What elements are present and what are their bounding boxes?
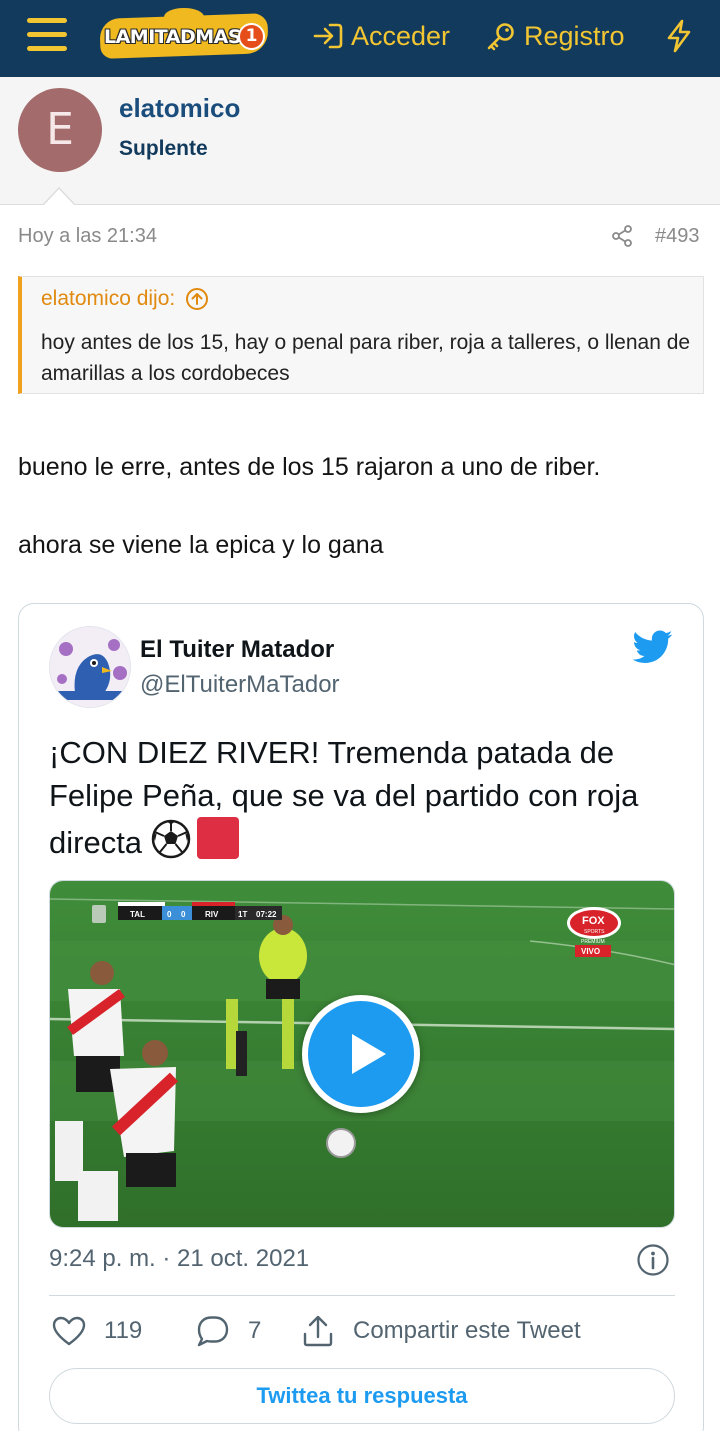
match-clock: 07:22: [256, 910, 277, 919]
like-button[interactable]: 119: [52, 1312, 142, 1350]
login-label: Acceder: [351, 20, 451, 51]
live-label: VIVO: [581, 947, 600, 956]
register-link[interactable]: Registro: [486, 18, 625, 54]
site-logo[interactable]: LAMITADMAS 1: [99, 8, 269, 59]
upload-share-icon: [303, 1315, 333, 1347]
match-period: 1T: [238, 910, 247, 919]
key-icon: [487, 23, 514, 51]
heart-icon: [52, 1316, 86, 1346]
tweet-author-name[interactable]: El Tuiter Matador: [140, 636, 334, 664]
tweet-reply-button[interactable]: Twittea tu respuesta: [49, 1368, 675, 1424]
post-date[interactable]: Hoy a las 21:34: [18, 225, 157, 248]
embedded-tweet[interactable]: El Tuiter Matador @ElTuiterMaTador ¡CON …: [18, 603, 704, 1431]
score-home-team: TAL: [130, 910, 145, 919]
share-tweet-label: Compartir este Tweet: [353, 1317, 581, 1344]
score-home-goals: 0: [167, 910, 172, 919]
author-pointer-arrow-fill: [43, 189, 75, 206]
reply-button[interactable]: 7: [196, 1312, 261, 1350]
post-paragraph: ahora se viene la epica y lo gana: [18, 531, 384, 559]
author-user-title: Suplente: [119, 137, 208, 160]
info-icon[interactable]: [636, 1243, 670, 1277]
post-body: bueno le erre, antes de los 15 rajaron a…: [18, 448, 698, 604]
bolt-icon[interactable]: [665, 19, 693, 53]
register-label: Registro: [524, 20, 625, 51]
tweet-video[interactable]: TAL 0 0 RIV 1T 07:22 FOX SPORTS PREMIUM …: [49, 880, 675, 1228]
reply-count: 7: [248, 1317, 262, 1344]
post-paragraph: bueno le erre, antes de los 15 rajaron a…: [18, 453, 601, 481]
play-icon: [352, 1034, 386, 1074]
quote-block: elatomico dijo: hoy antes de los 15, hay…: [18, 276, 704, 394]
share-tweet-button[interactable]: Compartir este Tweet: [301, 1312, 581, 1350]
arrow-up-circle-icon: [186, 288, 209, 310]
logo-number: 1: [238, 23, 265, 50]
sign-in-icon: [313, 23, 343, 49]
quote-attribution: elatomico dijo:: [41, 287, 176, 310]
broadcaster-logo-sub: SPORTS: [584, 929, 605, 935]
score-away-goals: 0: [181, 910, 186, 919]
broadcaster-logo-text: FOX: [582, 915, 605, 927]
like-count: 119: [104, 1317, 143, 1344]
reply-bubble-icon: [197, 1316, 229, 1347]
top-navigation-bar: LAMITADMAS 1 Acceder Registro: [0, 0, 720, 77]
logo-text: LAMITADMAS: [104, 26, 242, 48]
share-icon[interactable]: [610, 224, 634, 248]
play-button[interactable]: [302, 995, 420, 1113]
hamburger-icon[interactable]: [27, 16, 69, 54]
post-number-link[interactable]: #493: [655, 225, 700, 248]
tweet-author-avatar[interactable]: [49, 626, 131, 708]
broadcaster-tier: PREMIUM: [581, 939, 605, 945]
quote-attribution-link[interactable]: elatomico dijo:: [41, 287, 209, 311]
tweet-text: ¡CON DIEZ RIVER! Tremenda patada de Feli…: [49, 731, 679, 864]
author-username[interactable]: elatomico: [119, 93, 240, 124]
red-card-icon: [196, 817, 239, 859]
tweet-text-content: ¡CON DIEZ RIVER! Tremenda patada de Feli…: [49, 735, 639, 860]
quote-text: hoy antes de los 15, hay o penal para ri…: [41, 331, 691, 385]
tweet-divider: [49, 1295, 675, 1296]
avatar[interactable]: E: [18, 88, 102, 172]
twitter-bird-icon[interactable]: [633, 630, 673, 664]
login-link[interactable]: Acceder: [313, 18, 450, 54]
soccer-ball-icon: [151, 819, 190, 859]
tweet-timestamp[interactable]: 9:24 p. m. · 21 oct. 2021: [49, 1245, 309, 1273]
post-author-block: E elatomico Suplente: [0, 77, 720, 205]
score-away-team: RIV: [205, 910, 219, 919]
tweet-author-handle[interactable]: @ElTuiterMaTador: [140, 671, 340, 699]
